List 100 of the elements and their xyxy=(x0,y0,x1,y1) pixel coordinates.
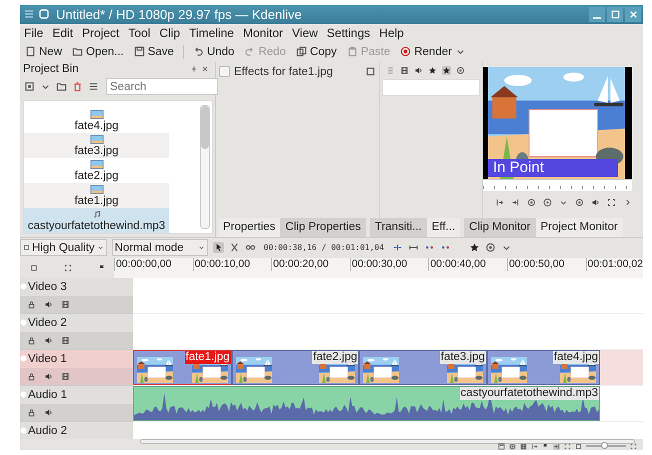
monitor-ruler[interactable] xyxy=(483,178,632,191)
caret-icon xyxy=(198,244,205,252)
circle-icon[interactable] xyxy=(575,198,584,207)
mode-dropdown[interactable]: Normal mode xyxy=(112,239,208,256)
film-icon[interactable] xyxy=(61,300,70,309)
film-icon[interactable] xyxy=(61,336,70,345)
zoom-slider[interactable] xyxy=(586,442,626,450)
lock-icon[interactable] xyxy=(27,336,36,345)
fullscreen-icon[interactable] xyxy=(64,264,72,272)
menu-item[interactable]: Settings xyxy=(326,26,370,40)
razor-icon[interactable] xyxy=(228,242,240,254)
menu-item[interactable]: Edit xyxy=(52,26,74,40)
toolbar-button[interactable]: Render xyxy=(399,46,467,58)
bin-item[interactable]: fate3.jpg xyxy=(24,132,169,158)
scrollbar[interactable] xyxy=(140,438,635,444)
add-clip-icon[interactable] xyxy=(24,81,35,92)
filter-field[interactable] xyxy=(382,78,480,96)
speaker-icon[interactable] xyxy=(44,300,53,309)
play-icon[interactable] xyxy=(543,198,552,207)
speaker-icon[interactable] xyxy=(414,66,423,75)
speaker-icon[interactable] xyxy=(591,198,600,207)
lock-icon[interactable] xyxy=(27,372,36,381)
save-icon[interactable] xyxy=(498,442,505,450)
menu-item[interactable]: Tool xyxy=(128,26,150,40)
track-name: Video 2 xyxy=(28,316,67,329)
track-header[interactable]: Audio 2 xyxy=(20,422,133,439)
speaker-icon[interactable] xyxy=(44,336,53,345)
star-icon[interactable] xyxy=(469,242,480,254)
square-icon[interactable] xyxy=(365,66,376,78)
out-point-icon[interactable] xyxy=(511,198,520,207)
clip[interactable]: castyourfatetothewind.mp3 xyxy=(133,386,600,421)
bin-item[interactable]: castyourfatetothewind.mp3 xyxy=(24,208,169,233)
in-point-icon[interactable] xyxy=(531,442,538,450)
fullscreen-icon[interactable] xyxy=(630,442,637,450)
tab[interactable]: Properties xyxy=(218,218,280,237)
checkbox[interactable] xyxy=(219,66,230,78)
timeline-ruler[interactable]: 00:00:00,00 00:00:10,00 00:00:20,00 00:00:30,00 00:00:40,00 00:00:50,00 00:01:00,02 xyxy=(114,258,643,278)
search-field[interactable]: Search xyxy=(106,78,218,96)
menu-item[interactable]: Clip xyxy=(159,26,180,40)
slider-thumb[interactable] xyxy=(601,442,608,450)
ruler-label: 00:00:40,00 xyxy=(430,258,487,270)
circle-icon[interactable] xyxy=(527,198,536,207)
file-name: fate4.jpg xyxy=(74,118,119,133)
menu-item[interactable]: File xyxy=(24,26,44,40)
in-point-icon[interactable] xyxy=(495,198,504,207)
caret-icon xyxy=(96,244,104,252)
tab[interactable]: Clip Monitor xyxy=(464,218,536,237)
square-icon[interactable] xyxy=(575,442,582,450)
clip-name: fate2.jpg xyxy=(312,350,358,364)
clip[interactable]: fate3.jpg xyxy=(359,350,487,385)
star-icon[interactable] xyxy=(428,66,437,75)
clip[interactable]: fate2.jpg xyxy=(232,350,360,385)
menu-item[interactable]: View xyxy=(292,26,318,40)
film-icon[interactable] xyxy=(400,66,409,75)
menu-item[interactable]: Help xyxy=(379,26,404,40)
fullscreen-icon[interactable] xyxy=(564,442,571,450)
menu-item[interactable]: Project xyxy=(82,26,120,40)
clip[interactable]: fate4.jpg xyxy=(486,350,600,385)
square-icon[interactable] xyxy=(30,264,38,272)
maximize-button[interactable] xyxy=(607,6,623,22)
toolbar-button[interactable]: Copy xyxy=(294,46,338,58)
circle-icon[interactable] xyxy=(485,242,496,254)
menu-icon[interactable] xyxy=(88,81,99,92)
tab[interactable]: Clip Properties xyxy=(280,218,366,237)
lock-icon[interactable] xyxy=(27,408,36,417)
pin-icon[interactable] xyxy=(190,64,198,73)
tab[interactable]: Eff... xyxy=(426,218,460,237)
bin-item[interactable]: fate1.jpg xyxy=(24,182,169,208)
menu-item[interactable]: Monitor xyxy=(242,26,283,40)
minimize-button[interactable] xyxy=(589,6,605,22)
close-icon[interactable] xyxy=(201,64,209,73)
trash-icon[interactable] xyxy=(72,81,83,92)
star-icon[interactable] xyxy=(442,66,451,75)
menu-item[interactable]: Timeline xyxy=(189,26,234,40)
toolbar-button[interactable]: Open... xyxy=(71,46,125,58)
pointer-icon[interactable] xyxy=(212,242,224,254)
speaker-icon[interactable] xyxy=(44,372,53,381)
fullscreen-icon[interactable] xyxy=(607,198,616,207)
tab[interactable]: Transiti... xyxy=(370,218,427,237)
lock-icon[interactable] xyxy=(27,300,36,309)
film-icon[interactable] xyxy=(61,372,70,381)
redo-icon xyxy=(244,46,256,58)
toolbar-button[interactable]: Undo xyxy=(192,46,236,58)
handle-icon[interactable] xyxy=(386,66,395,75)
folder-icon xyxy=(72,46,84,58)
clip[interactable]: fate1.jpg xyxy=(133,350,232,385)
track-header[interactable]: Video 2 xyxy=(20,314,133,350)
speaker-icon[interactable] xyxy=(44,408,53,417)
track-header[interactable]: Video 3 xyxy=(20,278,133,314)
close-button[interactable] xyxy=(625,6,641,22)
quality-dropdown[interactable]: High Quality xyxy=(20,239,107,256)
folder-icon[interactable] xyxy=(56,81,67,92)
circle-icon[interactable] xyxy=(456,66,465,75)
toolbar-button[interactable]: Save xyxy=(132,46,175,58)
track-header[interactable]: Audio 1 xyxy=(20,386,133,422)
tab[interactable]: Project Monitor xyxy=(536,218,623,237)
track-header[interactable]: Video 1 xyxy=(20,350,133,386)
scrollbar[interactable] xyxy=(200,104,210,229)
split-icon[interactable] xyxy=(392,242,404,254)
toolbar-button[interactable]: New xyxy=(24,46,64,58)
